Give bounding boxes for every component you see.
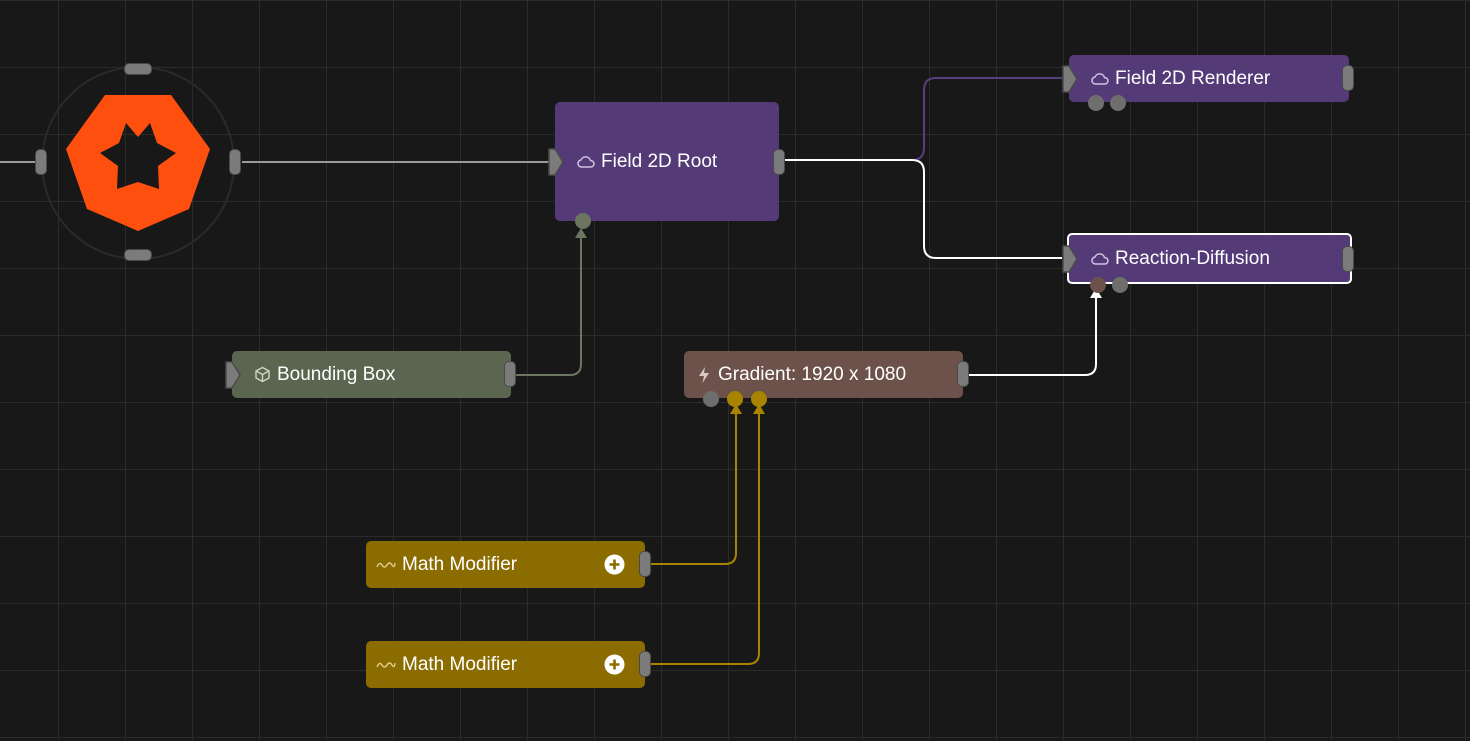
output-port[interactable] bbox=[639, 651, 651, 677]
input-port[interactable] bbox=[547, 148, 565, 176]
cube-icon bbox=[254, 366, 271, 383]
child-port[interactable] bbox=[1112, 277, 1128, 293]
node-reaction-diffusion[interactable]: Reaction-Diffusion bbox=[1062, 233, 1354, 293]
node-label: Bounding Box bbox=[277, 363, 396, 385]
input-port[interactable] bbox=[1061, 245, 1079, 273]
link-field2droot-to-renderer bbox=[785, 77, 1062, 161]
input-port[interactable] bbox=[224, 361, 242, 389]
node-label: Math Modifier bbox=[402, 553, 518, 575]
output-port[interactable] bbox=[504, 361, 516, 387]
link-gradient-to-reaction bbox=[968, 292, 1097, 376]
output-port[interactable] bbox=[957, 361, 969, 387]
child-port[interactable] bbox=[1090, 277, 1106, 293]
lightning-icon bbox=[696, 366, 712, 384]
root-port-right[interactable] bbox=[229, 149, 241, 175]
node-label: Field 2D Renderer bbox=[1115, 67, 1271, 89]
child-port[interactable] bbox=[575, 213, 591, 229]
node-field-2d-renderer[interactable]: Field 2D Renderer bbox=[1062, 55, 1354, 111]
output-port[interactable] bbox=[1342, 246, 1354, 272]
wave-icon bbox=[376, 560, 396, 570]
child-port[interactable] bbox=[703, 391, 719, 407]
link-math2-to-gradient bbox=[651, 408, 760, 665]
cloud-icon bbox=[577, 155, 595, 169]
node-label: Math Modifier bbox=[402, 653, 518, 675]
child-port[interactable] bbox=[1088, 95, 1104, 111]
plus-circle-icon[interactable] bbox=[604, 654, 625, 681]
output-port[interactable] bbox=[773, 149, 785, 175]
input-port[interactable] bbox=[1061, 65, 1079, 93]
node-label: Gradient: 1920 x 1080 bbox=[718, 363, 907, 385]
root-port-left[interactable] bbox=[35, 149, 47, 175]
wave-icon bbox=[376, 660, 396, 670]
output-port[interactable] bbox=[639, 551, 651, 577]
child-port[interactable] bbox=[1110, 95, 1126, 111]
child-port[interactable] bbox=[751, 391, 767, 407]
root-port-top[interactable] bbox=[124, 63, 152, 75]
node-label: Reaction-Diffusion bbox=[1115, 247, 1270, 269]
link-field2droot-to-reaction bbox=[785, 159, 1062, 259]
child-port[interactable] bbox=[727, 391, 743, 407]
link-math1-to-gradient bbox=[651, 408, 737, 565]
node-field-2d-root[interactable]: Field 2D Root bbox=[548, 102, 785, 229]
link-bounding-to-root bbox=[516, 232, 582, 376]
link-arrow-bounding bbox=[575, 228, 587, 238]
root-node[interactable] bbox=[35, 63, 241, 261]
output-port[interactable] bbox=[1342, 65, 1354, 91]
plus-circle-icon[interactable] bbox=[604, 554, 625, 581]
node-bounding-box[interactable]: Bounding Box bbox=[225, 351, 516, 398]
brand-logo-icon bbox=[66, 95, 210, 231]
node-math-modifier[interactable]: Math Modifier bbox=[366, 541, 651, 588]
node-gradient[interactable]: Gradient: 1920 x 1080 bbox=[684, 351, 969, 407]
root-port-bottom[interactable] bbox=[124, 249, 152, 261]
node-label: Field 2D Root bbox=[601, 150, 718, 172]
cloud-icon bbox=[1091, 72, 1109, 86]
node-math-modifier[interactable]: Math Modifier bbox=[366, 641, 651, 688]
cloud-icon bbox=[1091, 252, 1109, 266]
